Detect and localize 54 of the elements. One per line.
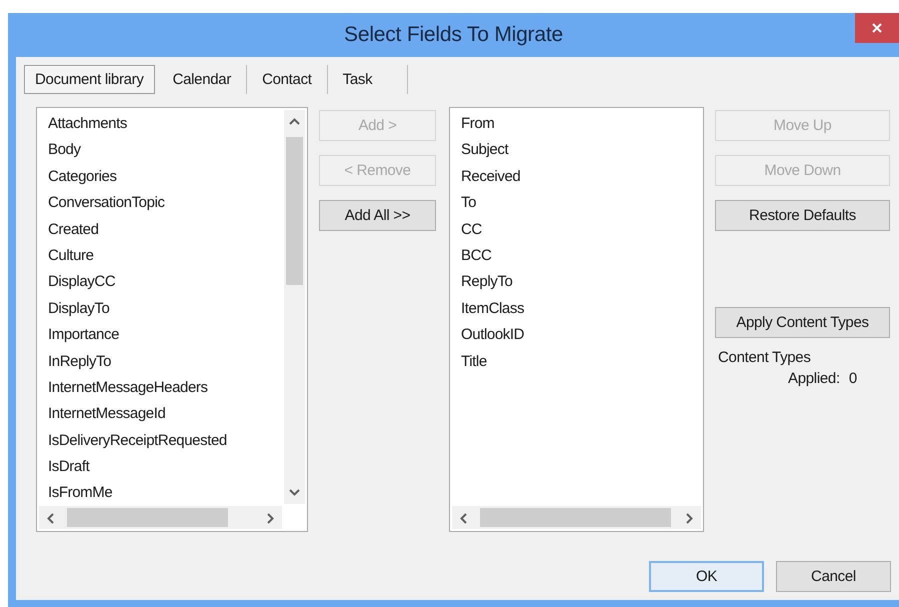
list-item[interactable]: Subject — [461, 137, 508, 164]
applied-label: Applied: — [788, 370, 840, 387]
list-item[interactable]: InternetMessageHeaders — [48, 374, 208, 402]
apply-content-types-button[interactable]: Apply Content Types — [715, 307, 890, 338]
scrollbar-thumb[interactable] — [286, 137, 303, 285]
cancel-button[interactable]: Cancel — [776, 561, 891, 592]
list-item[interactable]: ConversationTopic — [48, 190, 165, 217]
list-item[interactable]: DisplayTo — [48, 296, 110, 322]
list-item[interactable]: BCC — [461, 242, 492, 270]
scrollbar-thumb[interactable] — [67, 508, 228, 527]
scroll-left-icon[interactable] — [460, 513, 467, 524]
list-item[interactable]: ReplyTo — [461, 269, 512, 296]
list-item[interactable]: Attachments — [48, 111, 127, 138]
scroll-left-icon[interactable] — [47, 513, 54, 524]
vertical-scrollbar[interactable] — [284, 110, 305, 504]
horizontal-scrollbar[interactable] — [452, 506, 701, 529]
close-button[interactable] — [855, 13, 899, 43]
list-item[interactable]: InReplyTo — [48, 348, 112, 375]
list-item[interactable]: IsDeliveryReceiptRequested — [48, 428, 227, 454]
scroll-down-icon[interactable] — [289, 489, 300, 496]
content-types-label: Content Types — [718, 349, 811, 366]
list-item[interactable]: Received — [461, 164, 520, 190]
close-icon — [872, 23, 882, 33]
list-item[interactable]: OutlookID — [461, 322, 524, 349]
tab[interactable]: Task — [328, 65, 408, 94]
window-title: Select Fields To Migrate — [344, 23, 563, 47]
list-item[interactable]: Body — [48, 137, 81, 164]
list-item[interactable]: DisplayCC — [48, 269, 116, 296]
list-item[interactable]: IsFromMe — [48, 480, 112, 507]
tab[interactable]: Document library — [24, 65, 155, 94]
list-item[interactable]: CC — [461, 216, 482, 243]
tab[interactable]: Calendar — [158, 65, 248, 94]
list-item[interactable]: From — [461, 111, 494, 138]
horizontal-scrollbar[interactable] — [39, 506, 282, 529]
list-item[interactable]: Categories — [48, 164, 117, 190]
applied-count: 0 — [848, 370, 857, 387]
scrollbar-thumb[interactable] — [480, 508, 671, 527]
field-list[interactable]: From Subject Received To CC BCC ReplyTo ItemClass OutlookID Title — [449, 107, 704, 532]
scroll-up-icon[interactable] — [289, 118, 300, 125]
list-item[interactable]: Culture — [48, 242, 94, 270]
field-list[interactable]: Attachments Body Categories ConversationTopic Created Culture DisplayCC DisplayTo Importance InReplyTo InternetMessageHeaders InternetMessageId IsDeliveryReceiptRequested IsDraft IsFromMe — [36, 107, 308, 532]
list-item[interactable]: Created — [48, 216, 99, 243]
list-item[interactable]: To — [461, 190, 476, 217]
order-button[interactable]: Restore Defaults — [715, 200, 890, 231]
list-item[interactable]: ItemClass — [461, 296, 524, 322]
list-item[interactable]: InternetMessageId — [48, 401, 166, 428]
scroll-right-icon[interactable] — [686, 513, 693, 524]
list-item[interactable]: Title — [461, 348, 487, 375]
tab[interactable]: Contact — [247, 65, 328, 94]
transfer-button[interactable]: Add All >> — [319, 200, 436, 231]
list-item[interactable]: IsDraft — [48, 454, 90, 480]
list-item[interactable]: Importance — [48, 322, 120, 349]
scroll-right-icon[interactable] — [267, 513, 274, 524]
ok-button[interactable]: OK — [649, 561, 764, 592]
